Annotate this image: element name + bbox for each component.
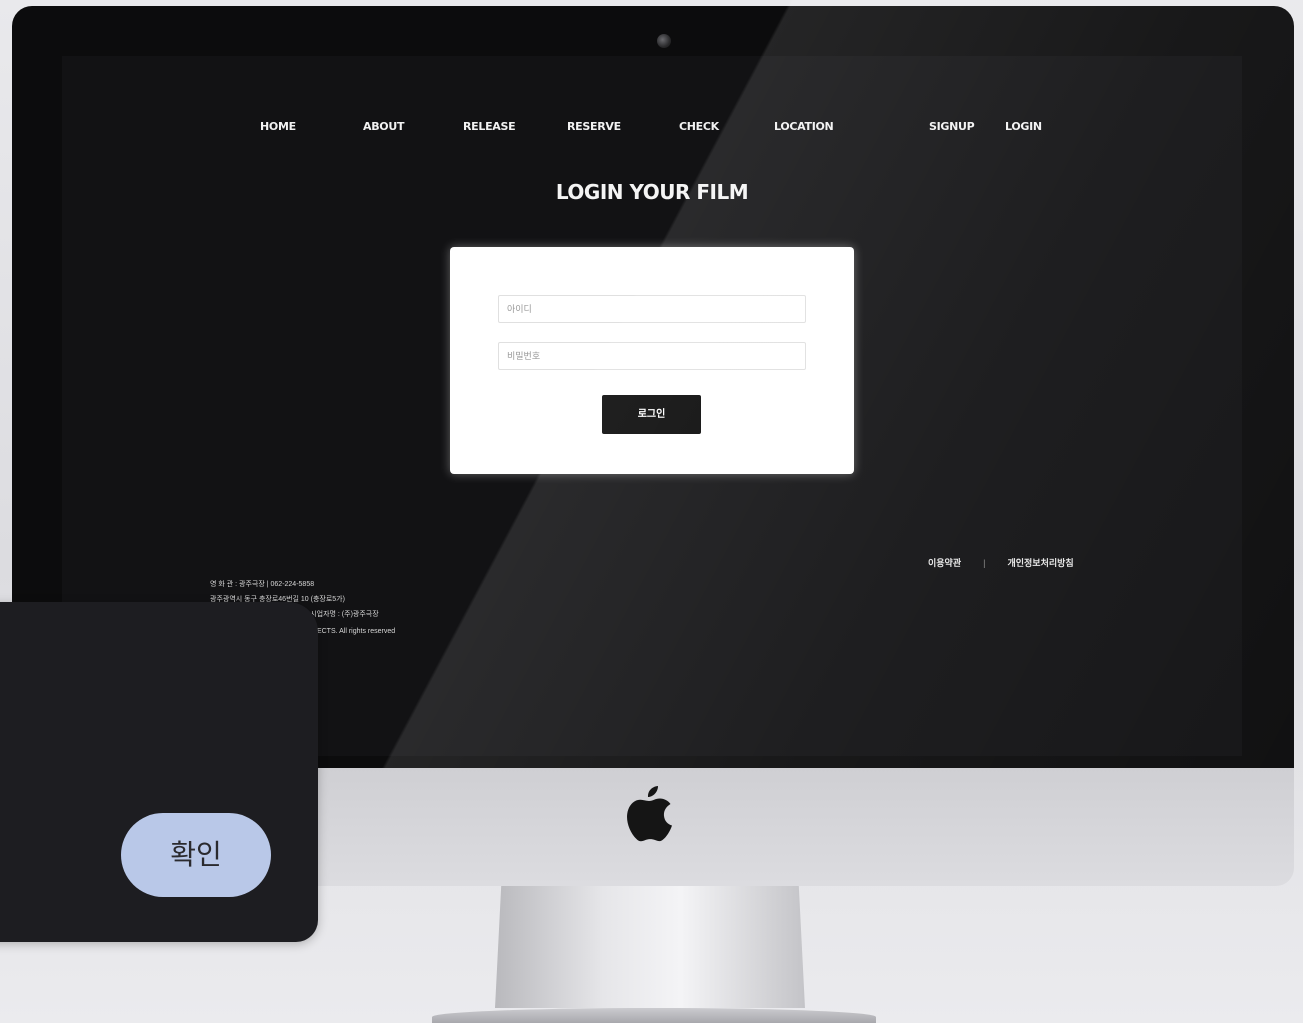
webcam [657, 34, 671, 48]
login-card: 아이디 비밀번호 로그인 [450, 247, 854, 474]
password-input[interactable]: 비밀번호 [498, 342, 806, 370]
terms-link[interactable]: 이용약관 [928, 558, 961, 568]
apple-logo-icon [627, 786, 672, 842]
dialog-panel: 확인 [0, 602, 318, 942]
monitor-stand-base [432, 1008, 876, 1023]
footer-line: 영 화 관 : 광주극장 | 062-224-5858 [210, 581, 315, 588]
confirm-button[interactable]: 확인 [121, 813, 271, 897]
nav-location[interactable]: LOCATION [774, 120, 834, 133]
nav-reserve[interactable]: RESERVE [567, 120, 621, 133]
nav-signup[interactable]: SIGNUP [929, 120, 975, 133]
footer-links: 이용약관 | 개인정보처리방침 [928, 556, 1074, 569]
footer-separator: | [983, 558, 986, 568]
nav-check[interactable]: CHECK [679, 120, 719, 133]
top-nav: HOME ABOUT RELEASE RESERVE CHECK LOCATIO… [62, 120, 1242, 140]
nav-release[interactable]: RELEASE [463, 120, 516, 133]
monitor-stand [495, 886, 805, 1008]
nav-home[interactable]: HOME [260, 120, 296, 133]
nav-about[interactable]: ABOUT [363, 120, 404, 133]
page-title: LOGIN YOUR FILM [555, 180, 749, 204]
id-input[interactable]: 아이디 [498, 295, 806, 323]
privacy-link[interactable]: 개인정보처리방침 [1007, 558, 1073, 568]
login-button[interactable]: 로그인 [602, 395, 701, 434]
nav-login[interactable]: LOGIN [1005, 120, 1042, 133]
